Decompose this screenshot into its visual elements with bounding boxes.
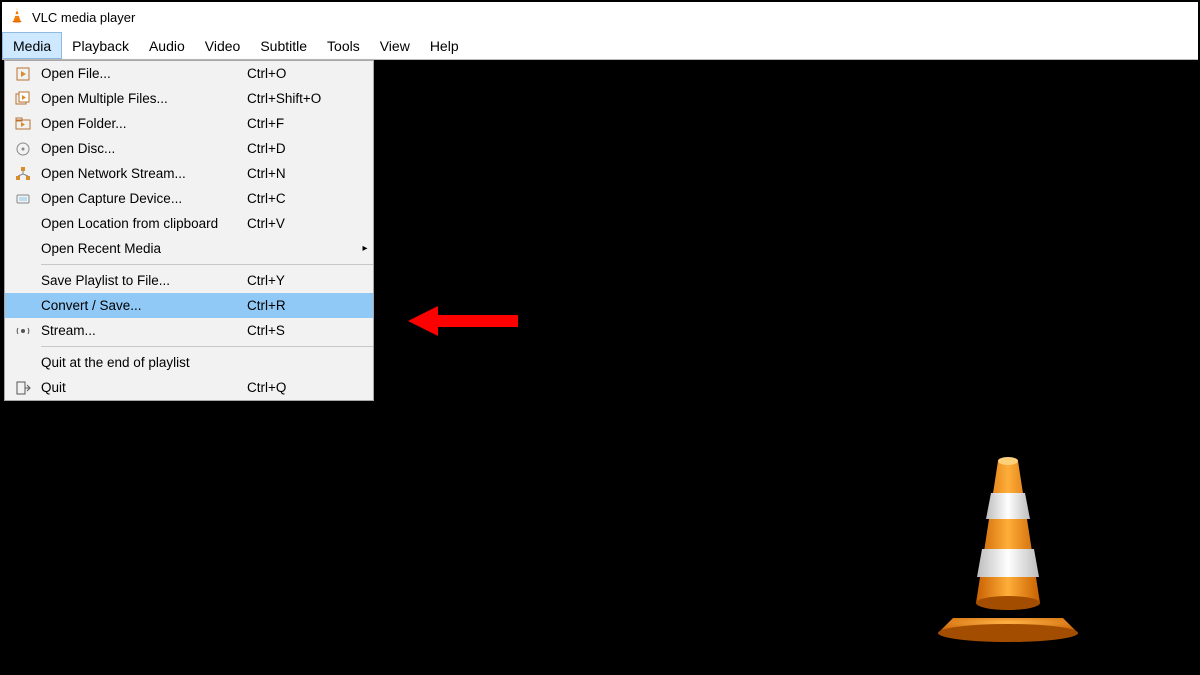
menu-audio[interactable]: Audio xyxy=(139,32,195,59)
menu-item-shortcut: Ctrl+Q xyxy=(247,380,357,395)
menu-item-shortcut: Ctrl+C xyxy=(247,191,357,206)
menu-quit-end-playlist[interactable]: Quit at the end of playlist xyxy=(5,350,373,375)
menu-open-recent-media[interactable]: Open Recent Media ▸ xyxy=(5,236,373,261)
files-play-icon xyxy=(5,91,41,107)
quit-icon xyxy=(5,380,41,396)
menu-item-label: Convert / Save... xyxy=(41,298,247,313)
menu-video[interactable]: Video xyxy=(195,32,251,59)
vlc-cone-icon xyxy=(928,453,1088,643)
menu-item-label: Open File... xyxy=(41,66,247,81)
menu-tools[interactable]: Tools xyxy=(317,32,370,59)
annotation-arrow-icon xyxy=(408,306,518,336)
file-play-icon xyxy=(5,66,41,82)
menu-item-label: Quit xyxy=(41,380,247,395)
disc-icon xyxy=(5,141,41,157)
capture-icon xyxy=(5,191,41,207)
menu-open-location-clipboard[interactable]: Open Location from clipboard Ctrl+V xyxy=(5,211,373,236)
menu-separator xyxy=(41,264,373,265)
menu-open-folder[interactable]: Open Folder... Ctrl+F xyxy=(5,111,373,136)
menu-item-label: Open Capture Device... xyxy=(41,191,247,206)
menu-convert-save[interactable]: Convert / Save... Ctrl+R xyxy=(5,293,373,318)
network-icon xyxy=(5,166,41,182)
app-icon xyxy=(8,6,32,29)
menu-quit[interactable]: Quit Ctrl+Q xyxy=(5,375,373,400)
menu-stream[interactable]: Stream... Ctrl+S xyxy=(5,318,373,343)
menu-item-shortcut: Ctrl+O xyxy=(247,66,357,81)
menu-save-playlist[interactable]: Save Playlist to File... Ctrl+Y xyxy=(5,268,373,293)
menu-help[interactable]: Help xyxy=(420,32,469,59)
menu-item-label: Open Recent Media xyxy=(41,241,247,256)
menu-item-label: Save Playlist to File... xyxy=(41,273,247,288)
menu-item-shortcut: Ctrl+N xyxy=(247,166,357,181)
menu-open-capture-device[interactable]: Open Capture Device... Ctrl+C xyxy=(5,186,373,211)
menu-item-shortcut: Ctrl+S xyxy=(247,323,357,338)
menu-separator xyxy=(41,346,373,347)
menu-item-label: Open Folder... xyxy=(41,116,247,131)
menu-item-label: Quit at the end of playlist xyxy=(41,355,247,370)
window-title: VLC media player xyxy=(32,10,135,25)
folder-play-icon xyxy=(5,116,41,132)
menu-item-label: Open Multiple Files... xyxy=(41,91,247,106)
menu-item-shortcut: Ctrl+V xyxy=(247,216,357,231)
menu-item-label: Open Location from clipboard xyxy=(41,216,247,231)
menu-item-shortcut: Ctrl+Shift+O xyxy=(247,91,357,106)
menu-item-label: Open Disc... xyxy=(41,141,247,156)
title-bar: VLC media player xyxy=(2,2,1198,32)
menu-playback[interactable]: Playback xyxy=(62,32,139,59)
menu-bar: Media Playback Audio Video Subtitle Tool… xyxy=(2,32,1198,60)
menu-view[interactable]: View xyxy=(370,32,420,59)
menu-open-disc[interactable]: Open Disc... Ctrl+D xyxy=(5,136,373,161)
menu-item-label: Stream... xyxy=(41,323,247,338)
menu-item-label: Open Network Stream... xyxy=(41,166,247,181)
menu-item-shortcut: Ctrl+Y xyxy=(247,273,357,288)
menu-item-shortcut: Ctrl+D xyxy=(247,141,357,156)
menu-open-network-stream[interactable]: Open Network Stream... Ctrl+N xyxy=(5,161,373,186)
menu-item-shortcut: Ctrl+F xyxy=(247,116,357,131)
menu-media[interactable]: Media xyxy=(2,32,62,59)
menu-item-shortcut: Ctrl+R xyxy=(247,298,357,313)
menu-subtitle[interactable]: Subtitle xyxy=(250,32,317,59)
stream-icon xyxy=(5,323,41,339)
menu-open-multiple-files[interactable]: Open Multiple Files... Ctrl+Shift+O xyxy=(5,86,373,111)
media-dropdown: Open File... Ctrl+O Open Multiple Files.… xyxy=(4,60,374,401)
menu-open-file[interactable]: Open File... Ctrl+O xyxy=(5,61,373,86)
submenu-arrow-icon: ▸ xyxy=(357,243,373,254)
